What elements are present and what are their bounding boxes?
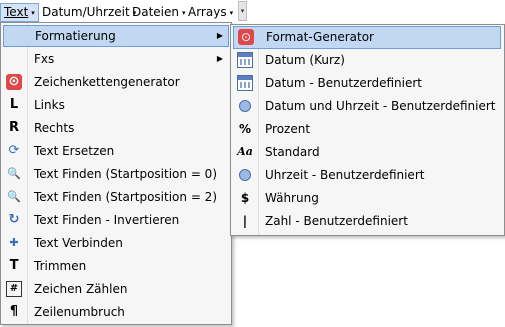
menu-item-trimmen[interactable]: T Trimmen (3, 255, 229, 277)
chevron-down-icon: ▾ (31, 9, 35, 17)
submenu-arrow-icon: ▶ (216, 54, 223, 63)
submenu-item-standard[interactable]: Aa Standard (233, 141, 501, 164)
menu-item-fxs[interactable]: Fxs ▶ (3, 48, 229, 70)
menu-item-text-verbinden[interactable]: ✚ Text Verbinden (3, 232, 229, 254)
submenu-item-waehrung[interactable]: $ Währung (233, 187, 501, 210)
magnifier-icon: 🔍 (7, 190, 21, 203)
menu-arrays[interactable]: Arrays ▾ (185, 3, 236, 22)
letter-t-icon: T (9, 258, 19, 273)
clock-icon (239, 169, 251, 181)
menu-bar: Text ▾ Datum/Uhrzeit ▾ Dateien ▾ Arrays ▾ ▾ (0, 0, 505, 24)
menu-item-zeichen-zaehlen[interactable]: # Zeichen Zählen (3, 278, 229, 300)
submenu-item-zahl[interactable]: | Zahl - Benutzerdefiniert (233, 210, 501, 233)
menu-item-zeichenkettengenerator[interactable]: ⊙ Zeichenkettengenerator (3, 71, 229, 93)
overflow-chevron-icon[interactable]: ▾ (238, 1, 247, 21)
font-aa-icon: Aa (237, 145, 253, 158)
text-dropdown-menu: Formatierung ▶ Fxs ▶ ⊙ Zeichenkettengene… (0, 22, 232, 325)
submenu-item-prozent[interactable]: % Prozent (233, 118, 501, 141)
menu-dateien[interactable]: Dateien ▾ (129, 3, 189, 22)
generator-icon: ⊙ (6, 74, 22, 90)
plus-icon: ✚ (9, 236, 19, 249)
currency-icon: $ (240, 191, 250, 205)
calendar-icon (237, 52, 253, 68)
menu-item-zeilenumbruch[interactable]: ¶ Zeilenumbruch (3, 301, 229, 323)
replace-icon: ⟳ (8, 143, 20, 158)
clock-icon (239, 100, 251, 112)
menu-item-text-ersetzen[interactable]: ⟳ Text Ersetzen (3, 140, 229, 162)
menu-item-text-finden-2[interactable]: 🔍 Text Finden (Startposition = 2) (3, 186, 229, 208)
magnifier-icon: 🔍 (7, 167, 21, 180)
submenu-item-datum-und-uhrzeit[interactable]: Datum und Uhrzeit - Benutzerdefiniert (233, 95, 501, 118)
invert-icon: ↻ (8, 212, 20, 227)
letter-r-icon: R (8, 120, 19, 135)
menu-item-rechts[interactable]: R Rechts (3, 117, 229, 139)
menu-text[interactable]: Text ▾ (0, 3, 39, 22)
submenu-item-datum-benutzerdefiniert[interactable]: Datum - Benutzerdefiniert (233, 72, 501, 95)
count-icon: # (6, 281, 22, 297)
letter-l-icon: L (9, 97, 19, 112)
pilcrow-icon: ¶ (9, 304, 19, 319)
menu-item-text-finden-0[interactable]: 🔍 Text Finden (Startposition = 0) (3, 163, 229, 185)
menu-item-text-finden-invertieren[interactable]: ↻ Text Finden - Invertieren (3, 209, 229, 231)
submenu-item-format-generator[interactable]: ⊙ Format-Generator (233, 26, 501, 49)
menu-item-links[interactable]: L Links (3, 94, 229, 116)
number-icon: | (242, 214, 248, 228)
submenu-item-datum-kurz[interactable]: Datum (Kurz) (233, 49, 501, 72)
percent-icon: % (238, 122, 252, 136)
menu-datum-uhrzeit[interactable]: Datum/Uhrzeit ▾ (39, 3, 139, 22)
chevron-down-icon: ▾ (229, 9, 234, 17)
submenu-arrow-icon: ▶ (216, 31, 223, 40)
calendar-icon (237, 75, 253, 91)
formatierung-submenu: ⊙ Format-Generator Datum (Kurz) Datum - … (230, 24, 505, 236)
generator-icon: ⊙ (238, 29, 254, 45)
menu-item-formatierung[interactable]: Formatierung ▶ (3, 25, 229, 47)
submenu-item-uhrzeit[interactable]: Uhrzeit - Benutzerdefiniert (233, 164, 501, 187)
